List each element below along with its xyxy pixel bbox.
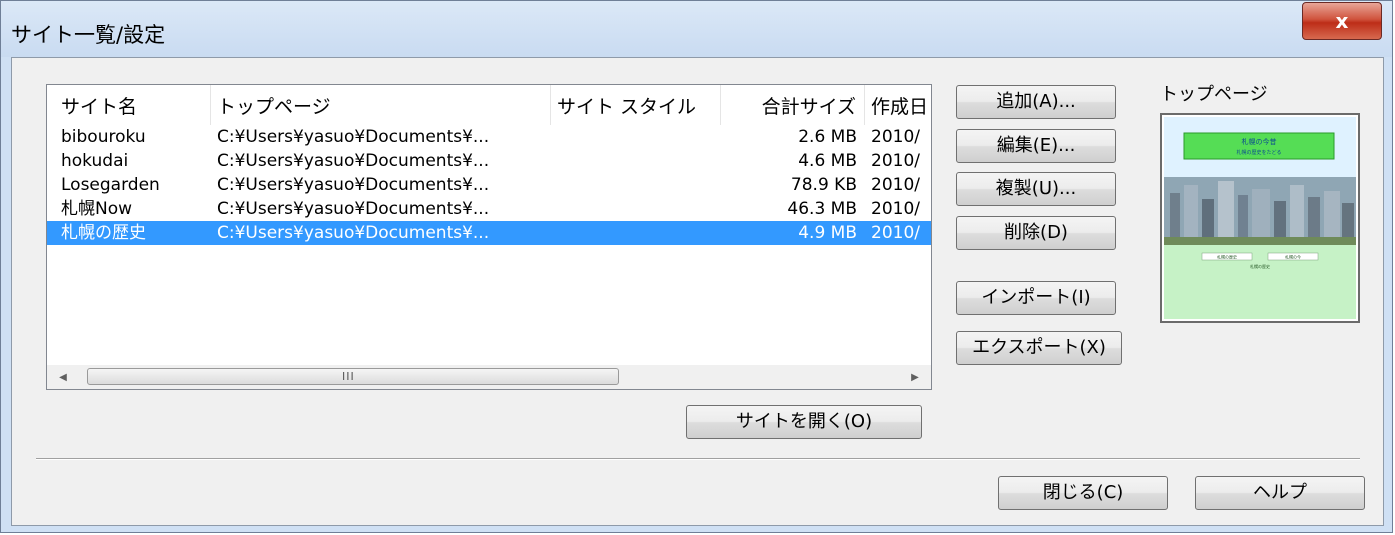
open-site-button[interactable]: サイトを開く(O) [686,405,922,439]
column-header-total-size[interactable]: 合計サイズ [721,85,865,125]
top-page-preview: 札幌の今昔 札幌の歴史をたどる 札幌の歴史 札幌の今 札幌の歴史 [1160,113,1360,323]
created-cell: 2010/ [871,175,920,195]
top-page-cell: C:¥Users¥yasuo¥Documents¥... [217,127,490,147]
column-header-created[interactable]: 作成日 [865,85,931,125]
list-item[interactable]: hokudai C:¥Users¥yasuo¥Documents¥... 4.6… [47,149,931,173]
preview-subtitle: 札幌の歴史をたどる [1236,149,1281,156]
preview-link: 札幌の今 [1285,254,1301,260]
help-button[interactable]: ヘルプ [1195,476,1365,510]
site-list[interactable]: サイト名 トップページ サイト スタイル 合計サイズ 作成日 bibouroku… [46,84,932,390]
title-bar[interactable]: サイト一覧/設定 x [1,1,1392,57]
dialog-window: サイト一覧/設定 x サイト名 トップページ サイト スタイル 合計サイズ 作成… [0,0,1393,533]
close-icon: x [1335,9,1349,33]
site-name-cell: Losegarden [61,175,160,195]
scroll-right-icon[interactable]: ▶ [903,365,927,389]
created-cell: 2010/ [871,127,920,147]
list-header: サイト名 トップページ サイト スタイル 合計サイズ 作成日 [47,85,931,125]
site-name-cell: hokudai [61,151,129,171]
top-page-cell: C:¥Users¥yasuo¥Documents¥... [217,199,490,219]
divider [36,458,1360,460]
size-cell: 78.9 KB [790,175,857,195]
created-cell: 2010/ [871,151,920,171]
list-item[interactable]: Losegarden C:¥Users¥yasuo¥Documents¥... … [47,173,931,197]
site-style-cell [557,173,717,197]
edit-button[interactable]: 編集(E)... [956,129,1116,163]
list-item[interactable]: bibouroku C:¥Users¥yasuo¥Documents¥... 2… [47,125,931,149]
duplicate-button[interactable]: 複製(U)... [956,172,1116,206]
list-item[interactable]: 札幌Now C:¥Users¥yasuo¥Documents¥... 46.3 … [47,197,931,221]
preview-label: トップページ [1160,84,1268,105]
site-style-cell [557,149,717,173]
scroll-left-icon[interactable]: ◀ [51,365,75,389]
site-style-cell [557,221,717,245]
scroll-grip-icon: III [342,370,355,383]
column-header-site-name[interactable]: サイト名 [47,85,211,125]
close-window-button[interactable]: x [1302,2,1382,40]
add-button[interactable]: 追加(A)... [956,85,1116,119]
created-cell: 2010/ [871,199,920,219]
size-cell: 46.3 MB [787,199,857,219]
export-button[interactable]: エクスポート(X) [956,331,1122,365]
dialog-client-area: サイト名 トップページ サイト スタイル 合計サイズ 作成日 bibouroku… [11,57,1384,526]
scroll-thumb[interactable]: III [87,368,619,385]
site-style-cell [557,125,717,149]
site-name-cell: 札幌Now [61,199,133,219]
column-header-site-style[interactable]: サイト スタイル [551,85,721,125]
top-page-cell: C:¥Users¥yasuo¥Documents¥... [217,223,490,243]
site-name-cell: 札幌の歴史 [61,223,146,243]
preview-thumbnail-image: 札幌の今昔 札幌の歴史をたどる 札幌の歴史 札幌の今 札幌の歴史 [1162,115,1358,321]
created-cell: 2010/ [871,223,920,243]
top-page-cell: C:¥Users¥yasuo¥Documents¥... [217,151,490,171]
size-cell: 4.9 MB [798,223,857,243]
size-cell: 2.6 MB [798,127,857,147]
preview-footer: 札幌の歴史 [1250,263,1270,269]
horizontal-scrollbar[interactable]: ◀ III ▶ [47,365,931,389]
list-item-selected[interactable]: 札幌の歴史 C:¥Users¥yasuo¥Documents¥... 4.9 M… [47,221,931,245]
column-header-top-page[interactable]: トップページ [211,85,551,125]
site-name-cell: bibouroku [61,127,146,147]
site-style-cell [557,197,717,221]
size-cell: 4.6 MB [798,151,857,171]
import-button[interactable]: インポート(I) [956,281,1116,315]
close-button[interactable]: 閉じる(C) [998,476,1168,510]
top-page-cell: C:¥Users¥yasuo¥Documents¥... [217,175,490,195]
preview-title: 札幌の今昔 [1242,137,1277,146]
window-title: サイト一覧/設定 [11,23,166,47]
delete-button[interactable]: 削除(D) [956,216,1116,250]
preview-link: 札幌の歴史 [1217,254,1237,260]
